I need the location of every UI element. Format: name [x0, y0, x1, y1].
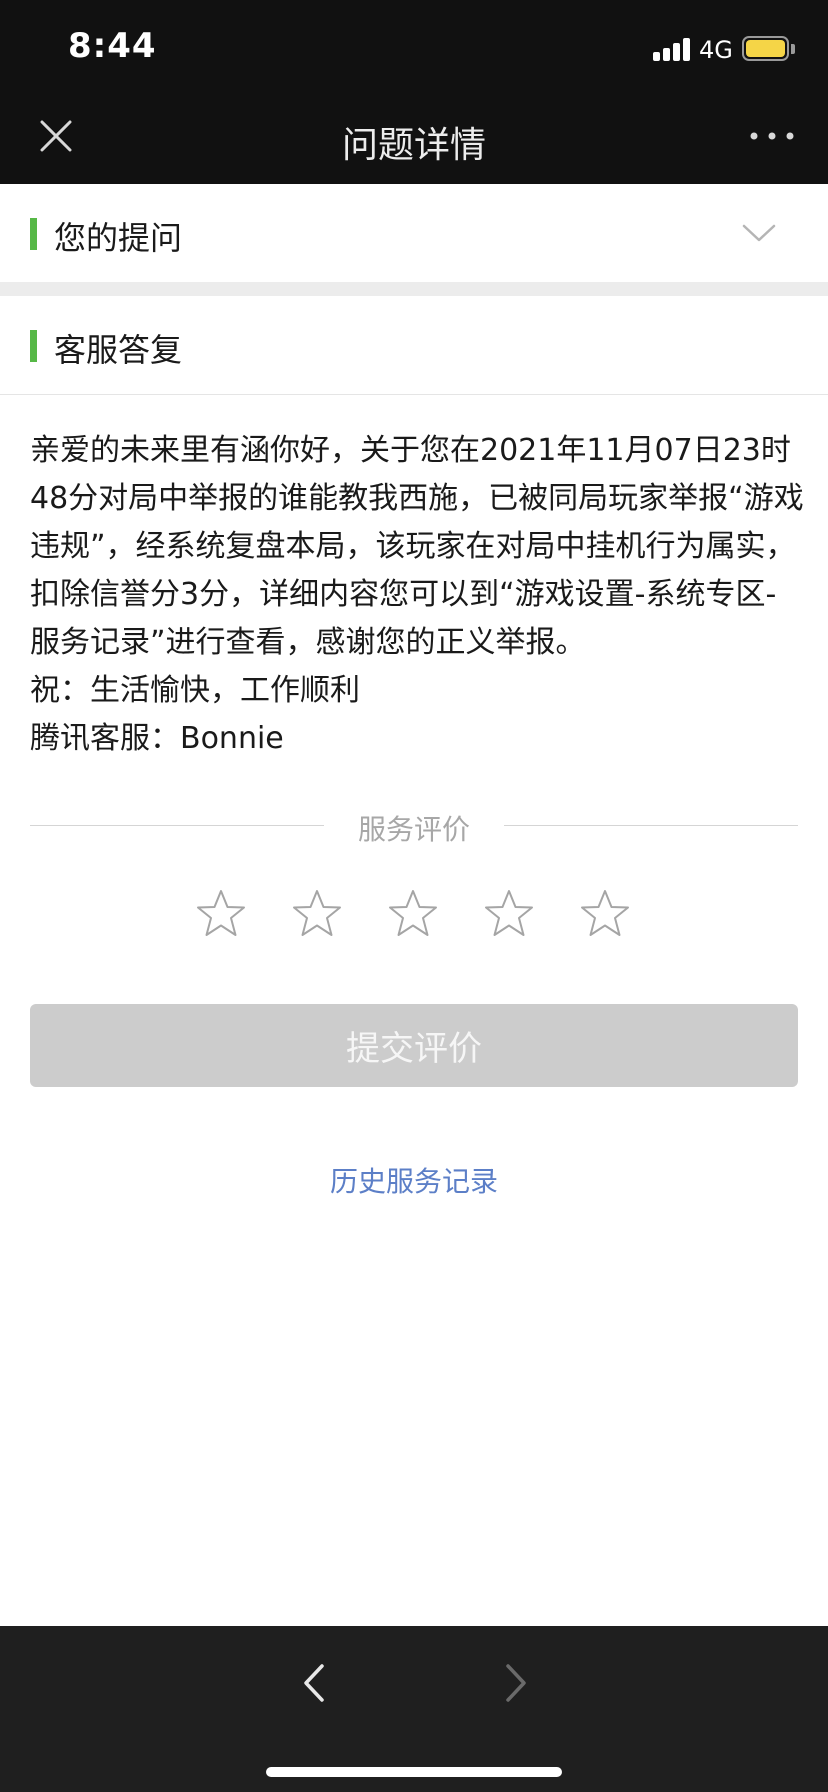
more-dots-icon[interactable]	[748, 124, 796, 148]
question-section-label: 您的提问	[54, 219, 183, 257]
answer-content: 亲爱的未来里有涵你好，关于您在2021年11月07日23时48分对局中举报的谁能…	[30, 427, 805, 763]
status-time: 8:44	[68, 26, 157, 66]
rating-divider-right	[504, 825, 798, 826]
history-records-link[interactable]: 历史服务记录	[0, 1160, 828, 1200]
chevron-down-icon[interactable]	[742, 218, 776, 248]
signal-bars-icon	[653, 37, 691, 61]
answer-paragraph: 亲爱的未来里有涵你好，关于您在2021年11月07日23时48分对局中举报的谁能…	[30, 433, 804, 660]
battery-icon	[742, 36, 789, 61]
answer-greeting: 祝：生活愉快，工作顺利	[30, 673, 360, 708]
question-section-header[interactable]: 您的提问	[0, 184, 828, 282]
section-accent-bar	[30, 330, 37, 362]
star-icon[interactable]	[483, 888, 535, 940]
star-icon[interactable]	[195, 888, 247, 940]
star-icon[interactable]	[579, 888, 631, 940]
answer-section-header: 客服答复	[0, 296, 828, 394]
battery-tip	[791, 44, 795, 54]
submit-rating-button[interactable]: 提交评价	[30, 1004, 798, 1087]
bottom-toolbar	[0, 1626, 828, 1792]
star-icon[interactable]	[291, 888, 343, 940]
back-arrow-icon[interactable]	[296, 1660, 332, 1706]
star-rating	[195, 888, 635, 944]
status-bar: 8:44 4G	[0, 0, 828, 90]
section-accent-bar	[30, 218, 37, 250]
rating-title-row: 服务评价	[30, 808, 798, 852]
rating-title: 服务评价	[357, 813, 470, 846]
star-icon[interactable]	[387, 888, 439, 940]
section-gap	[0, 282, 828, 296]
answer-signature: 腾讯客服：Bonnie	[30, 721, 284, 756]
network-type: 4G	[699, 36, 733, 64]
page-title: 问题详情	[341, 125, 486, 166]
home-indicator	[266, 1767, 562, 1777]
divider	[0, 394, 828, 395]
nav-bar: 问题详情	[0, 90, 828, 184]
forward-arrow-icon[interactable]	[498, 1660, 534, 1706]
answer-section-label: 客服答复	[54, 331, 183, 369]
